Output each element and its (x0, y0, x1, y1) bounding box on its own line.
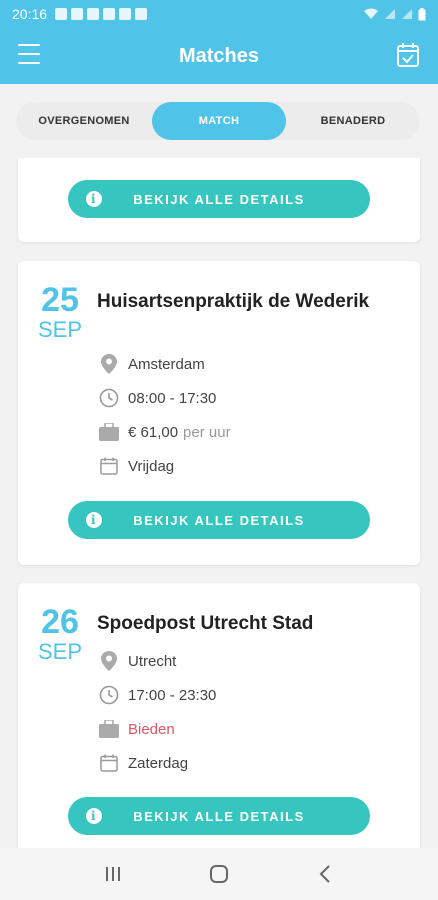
tab-benaderd[interactable]: BENADERD (286, 102, 420, 140)
home-button[interactable] (199, 854, 239, 894)
clock-icon (98, 684, 120, 706)
match-title: Huisartsenpraktijk de Wederik (97, 291, 370, 312)
recent-apps-icon (106, 867, 120, 881)
calendar-icon (98, 455, 120, 477)
calendar-check-icon[interactable] (396, 42, 420, 68)
time-row: 08:00 - 17:30 (98, 386, 216, 410)
location-text: Utrecht (128, 652, 177, 670)
rate-text: € 61,00 (128, 423, 179, 441)
date-month: SEP (37, 317, 83, 342)
match-card: 25 SEP Huisartsenpraktijk de Wederik Ams… (18, 261, 420, 565)
details-button-label: BEKIJK ALLE DETAILS (133, 808, 305, 824)
date-day: 26 (41, 603, 79, 641)
location-pin-icon (98, 353, 120, 375)
tab-overgenomen[interactable]: OVERGENOMEN (16, 102, 152, 140)
details-button-label: BEKIJK ALLE DETAILS (133, 191, 305, 207)
signal-icon (385, 9, 395, 19)
menu-icon[interactable] (18, 44, 40, 64)
details-button[interactable]: i BEKIJK ALLE DETAILS (68, 180, 370, 218)
notification-icon (103, 8, 116, 20)
notification-icon (135, 8, 148, 20)
briefcase-icon (98, 718, 120, 740)
details-button[interactable]: i BEKIJK ALLE DETAILS (68, 501, 370, 539)
date-day: 25 (41, 281, 79, 319)
info-icon: i (86, 512, 102, 528)
clock-icon (98, 387, 120, 409)
rate-row: € 61,00 per uur (98, 420, 231, 444)
weekday-text: Vrijdag (128, 457, 175, 475)
notification-icons (55, 8, 148, 20)
info-icon: i (86, 808, 102, 824)
date-block: 26 SEP (36, 605, 84, 665)
notification-icon (87, 8, 100, 20)
recent-apps-button[interactable] (93, 854, 133, 894)
bid-text: Bieden (128, 720, 175, 738)
briefcase-icon (98, 421, 120, 443)
battery-icon (418, 7, 426, 20)
details-button-label: BEKIJK ALLE DETAILS (133, 512, 305, 528)
location-row: Utrecht (98, 649, 176, 673)
match-list[interactable]: i BEKIJK ALLE DETAILS 25 SEP Huisartsenp… (0, 158, 438, 848)
weekday-row: Zaterdag (98, 751, 188, 775)
page-title: Matches (178, 44, 260, 67)
system-icons (363, 7, 426, 21)
notification-icon (55, 8, 68, 20)
back-icon (319, 865, 330, 883)
location-pin-icon (98, 650, 120, 672)
location-text: Amsterdam (128, 355, 205, 373)
home-icon (210, 865, 228, 883)
rate-row: Bieden (98, 717, 175, 741)
tab-match[interactable]: MATCH (152, 102, 286, 140)
weekday-text: Zaterdag (128, 754, 189, 772)
time-row: 17:00 - 23:30 (98, 683, 216, 707)
match-title: Spoedpost Utrecht Stad (97, 613, 314, 634)
segmented-tabs: OVERGENOMEN MATCH BENADERD (16, 102, 420, 140)
time-text: 08:00 - 17:30 (128, 389, 217, 407)
time-text: 17:00 - 23:30 (128, 686, 217, 704)
date-block: 25 SEP (36, 283, 84, 343)
details-button[interactable]: i BEKIJK ALLE DETAILS (68, 797, 370, 835)
date-month: SEP (37, 639, 83, 664)
app-bar: Matches (0, 28, 438, 84)
signal-icon (402, 9, 412, 19)
status-time: 20:16 (12, 6, 48, 22)
system-nav-bar (0, 848, 438, 900)
match-card: 26 SEP Spoedpost Utrecht Stad Utrecht 17… (18, 583, 420, 848)
tabs-container: OVERGENOMEN MATCH BENADERD (0, 84, 438, 158)
location-row: Amsterdam (98, 352, 205, 376)
info-icon: i (86, 191, 102, 207)
calendar-icon (98, 752, 120, 774)
rate-unit: per uur (183, 423, 231, 441)
wifi-icon (364, 8, 378, 19)
status-bar: 20:16 (0, 0, 438, 28)
back-button[interactable] (305, 854, 345, 894)
notification-icon (119, 8, 132, 20)
match-card: i BEKIJK ALLE DETAILS (18, 158, 420, 242)
weekday-row: Vrijdag (98, 454, 174, 478)
notification-icon (71, 8, 84, 20)
